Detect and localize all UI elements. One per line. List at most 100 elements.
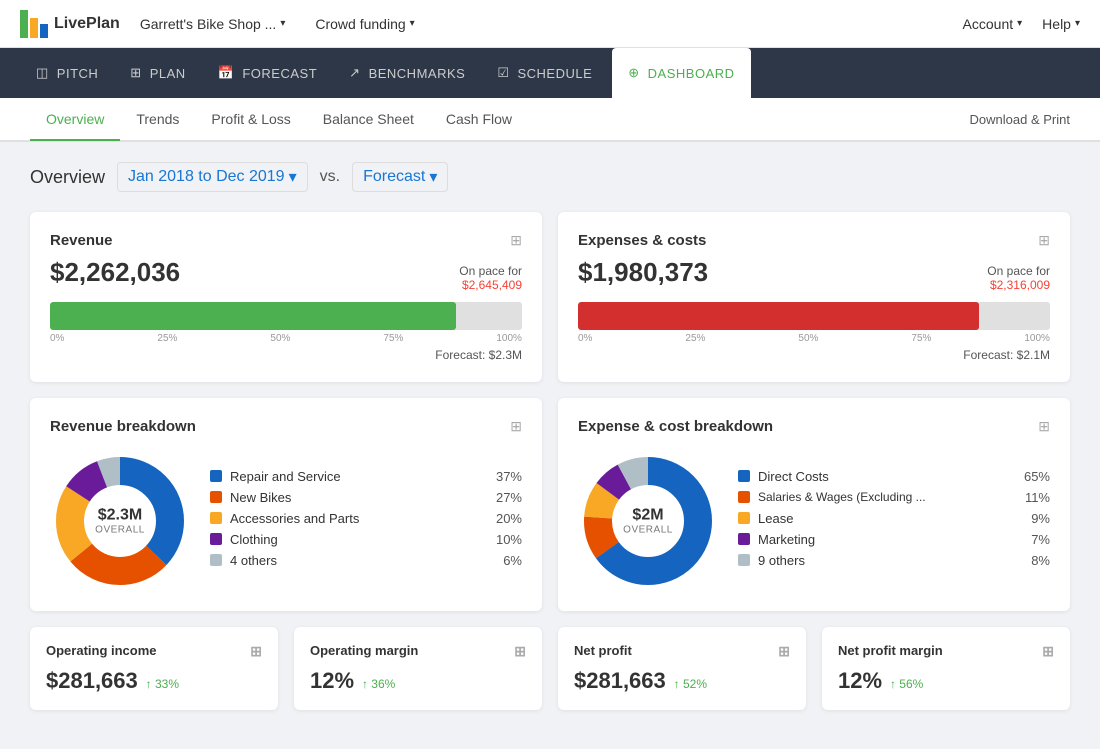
expenses-progress-track xyxy=(578,302,1050,330)
main-nav: ◫ PITCH ⊞ PLAN 📅 FORECAST ↗ BENCHMARKS ☑… xyxy=(0,48,1100,98)
revenue-breakdown-content: $2.3M OVERALL Repair and Service 37% xyxy=(50,451,522,591)
expenses-pace: On pace for $2,316,009 xyxy=(987,264,1050,292)
tab-cash-flow[interactable]: Cash Flow xyxy=(430,99,528,141)
top-bar: LivePlan Garrett's Bike Shop ... ▾ Crowd… xyxy=(0,0,1100,48)
crowd-funding-selector[interactable]: Crowd funding ▾ xyxy=(315,16,414,32)
legend-item-direct: Direct Costs 65% xyxy=(738,469,1050,484)
legend-item-new-bikes: New Bikes 27% xyxy=(210,490,522,505)
revenue-donut: $2.3M OVERALL xyxy=(50,451,190,591)
account-menu[interactable]: Account ▾ xyxy=(963,16,1023,32)
op-margin-expand-icon[interactable]: ⊞ xyxy=(514,643,526,660)
op-income-expand-icon[interactable]: ⊞ xyxy=(250,643,262,660)
expenses-amount: $1,980,373 xyxy=(578,257,708,288)
top-right-nav: Account ▾ Help ▾ xyxy=(963,16,1080,32)
net-profit-margin-title: Net profit margin ⊞ xyxy=(838,643,1054,660)
funding-chevron-icon: ▾ xyxy=(410,18,415,29)
revenue-breakdown-title: Revenue breakdown xyxy=(50,418,196,435)
expenses-progress: 0% 25% 50% 75% 100% xyxy=(578,302,1050,344)
net-profit-amount: $281,663 ↑ 52% xyxy=(574,668,790,694)
revenue-pace-amount: $2,645,409 xyxy=(459,278,522,292)
vs-label: vs. xyxy=(320,168,340,186)
forecast-icon: 📅 xyxy=(218,65,235,81)
others-exp-color-dot xyxy=(738,554,750,566)
lease-color-dot xyxy=(738,512,750,524)
operating-margin-title: Operating margin ⊞ xyxy=(310,643,526,660)
content-area: Overview Jan 2018 to Dec 2019 ▾ vs. Fore… xyxy=(0,142,1100,730)
legend-item-others-rev: 4 others 6% xyxy=(210,553,522,568)
net-profit-margin-amount: 12% ↑ 56% xyxy=(838,668,1054,694)
pitch-icon: ◫ xyxy=(36,65,49,81)
help-menu[interactable]: Help ▾ xyxy=(1042,16,1080,32)
legend-item-repair: Repair and Service 37% xyxy=(210,469,522,484)
nav-dashboard[interactable]: ⊕ DASHBOARD xyxy=(612,48,750,98)
expense-legend: Direct Costs 65% Salaries & Wages (Exclu… xyxy=(738,469,1050,574)
net-profit-expand-icon[interactable]: ⊞ xyxy=(778,643,790,660)
net-margin-expand-icon[interactable]: ⊞ xyxy=(1042,643,1054,660)
nav-schedule[interactable]: ☑ SCHEDULE xyxy=(481,48,608,98)
legend-item-others-exp: 9 others 8% xyxy=(738,553,1050,568)
revenue-pace: On pace for $2,645,409 xyxy=(459,264,522,292)
forecast-selector[interactable]: Forecast ▾ xyxy=(352,162,448,192)
date-range-selector[interactable]: Jan 2018 to Dec 2019 ▾ xyxy=(117,162,308,192)
tab-balance-sheet[interactable]: Balance Sheet xyxy=(307,99,430,141)
expenses-pace-amount: $2,316,009 xyxy=(987,278,1050,292)
legend-item-clothing: Clothing 10% xyxy=(210,532,522,547)
bottom-cards-grid: Operating income ⊞ $281,663 ↑ 33% Operat… xyxy=(30,627,1070,710)
legend-item-accessories: Accessories and Parts 20% xyxy=(210,511,522,526)
nav-pitch[interactable]: ◫ PITCH xyxy=(20,48,114,98)
sub-nav: Overview Trends Profit & Loss Balance Sh… xyxy=(0,98,1100,142)
date-chevron-icon: ▾ xyxy=(289,167,297,187)
legend-item-salaries: Salaries & Wages (Excluding ... 11% xyxy=(738,490,1050,505)
liveplan-logo-icon xyxy=(20,10,48,38)
forecast-chevron-icon: ▾ xyxy=(429,167,437,187)
revenue-card: Revenue ⊞ $2,262,036 On pace for $2,645,… xyxy=(30,212,542,382)
operating-margin-amount: 12% ↑ 36% xyxy=(310,668,526,694)
revenue-progress-fill xyxy=(50,302,456,330)
tab-trends[interactable]: Trends xyxy=(120,99,195,141)
account-chevron-icon: ▾ xyxy=(1017,18,1022,29)
nav-plan[interactable]: ⊞ PLAN xyxy=(114,48,201,98)
revenue-progress-labels: 0% 25% 50% 75% 100% xyxy=(50,333,522,344)
overview-title: Overview xyxy=(30,167,105,188)
download-print-button[interactable]: Download & Print xyxy=(970,112,1070,127)
company-chevron-icon: ▾ xyxy=(280,18,285,29)
revenue-progress-track xyxy=(50,302,522,330)
help-chevron-icon: ▾ xyxy=(1075,18,1080,29)
revenue-progress: 0% 25% 50% 75% 100% xyxy=(50,302,522,344)
legend-item-lease: Lease 9% xyxy=(738,511,1050,526)
nav-benchmarks[interactable]: ↗ BENCHMARKS xyxy=(333,48,481,98)
revenue-expand-icon[interactable]: ⊞ xyxy=(510,232,522,249)
revenue-breakdown-card: Revenue breakdown ⊞ xyxy=(30,398,542,611)
nav-forecast[interactable]: 📅 FORECAST xyxy=(202,48,333,98)
net-profit-margin-card: Net profit margin ⊞ 12% ↑ 56% xyxy=(822,627,1070,710)
operating-margin-card: Operating margin ⊞ 12% ↑ 36% xyxy=(294,627,542,710)
salaries-color-dot xyxy=(738,491,750,503)
expenses-expand-icon[interactable]: ⊞ xyxy=(1038,232,1050,249)
operating-income-amount: $281,663 ↑ 33% xyxy=(46,668,262,694)
revenue-amount: $2,262,036 xyxy=(50,257,180,288)
expense-donut: $2M OVERALL xyxy=(578,451,718,591)
benchmarks-icon: ↗ xyxy=(349,65,360,81)
clothing-color-dot xyxy=(210,533,222,545)
tab-overview[interactable]: Overview xyxy=(30,99,120,141)
overview-header: Overview Jan 2018 to Dec 2019 ▾ vs. Fore… xyxy=(30,162,1070,192)
expense-breakdown-expand-icon[interactable]: ⊞ xyxy=(1038,418,1050,435)
company-selector[interactable]: Garrett's Bike Shop ... ▾ xyxy=(140,16,286,32)
expenses-progress-fill xyxy=(578,302,979,330)
operating-income-card: Operating income ⊞ $281,663 ↑ 33% xyxy=(30,627,278,710)
expense-breakdown-title: Expense & cost breakdown xyxy=(578,418,773,435)
direct-color-dot xyxy=(738,470,750,482)
tab-profit-loss[interactable]: Profit & Loss xyxy=(195,99,306,141)
revenue-forecast-label: Forecast: $2.3M xyxy=(50,348,522,362)
expenses-progress-labels: 0% 25% 50% 75% 100% xyxy=(578,333,1050,344)
expense-donut-center: $2M OVERALL xyxy=(623,507,673,536)
expense-breakdown-content: $2M OVERALL Direct Costs 65% xyxy=(578,451,1050,591)
marketing-color-dot xyxy=(738,533,750,545)
expenses-card-header: Expenses & costs ⊞ xyxy=(578,232,1050,249)
logo: LivePlan xyxy=(20,10,120,38)
metric-cards-grid: Revenue ⊞ $2,262,036 On pace for $2,645,… xyxy=(30,212,1070,382)
repair-color-dot xyxy=(210,470,222,482)
revenue-breakdown-expand-icon[interactable]: ⊞ xyxy=(510,418,522,435)
net-profit-title: Net profit ⊞ xyxy=(574,643,790,660)
legend-item-marketing: Marketing 7% xyxy=(738,532,1050,547)
